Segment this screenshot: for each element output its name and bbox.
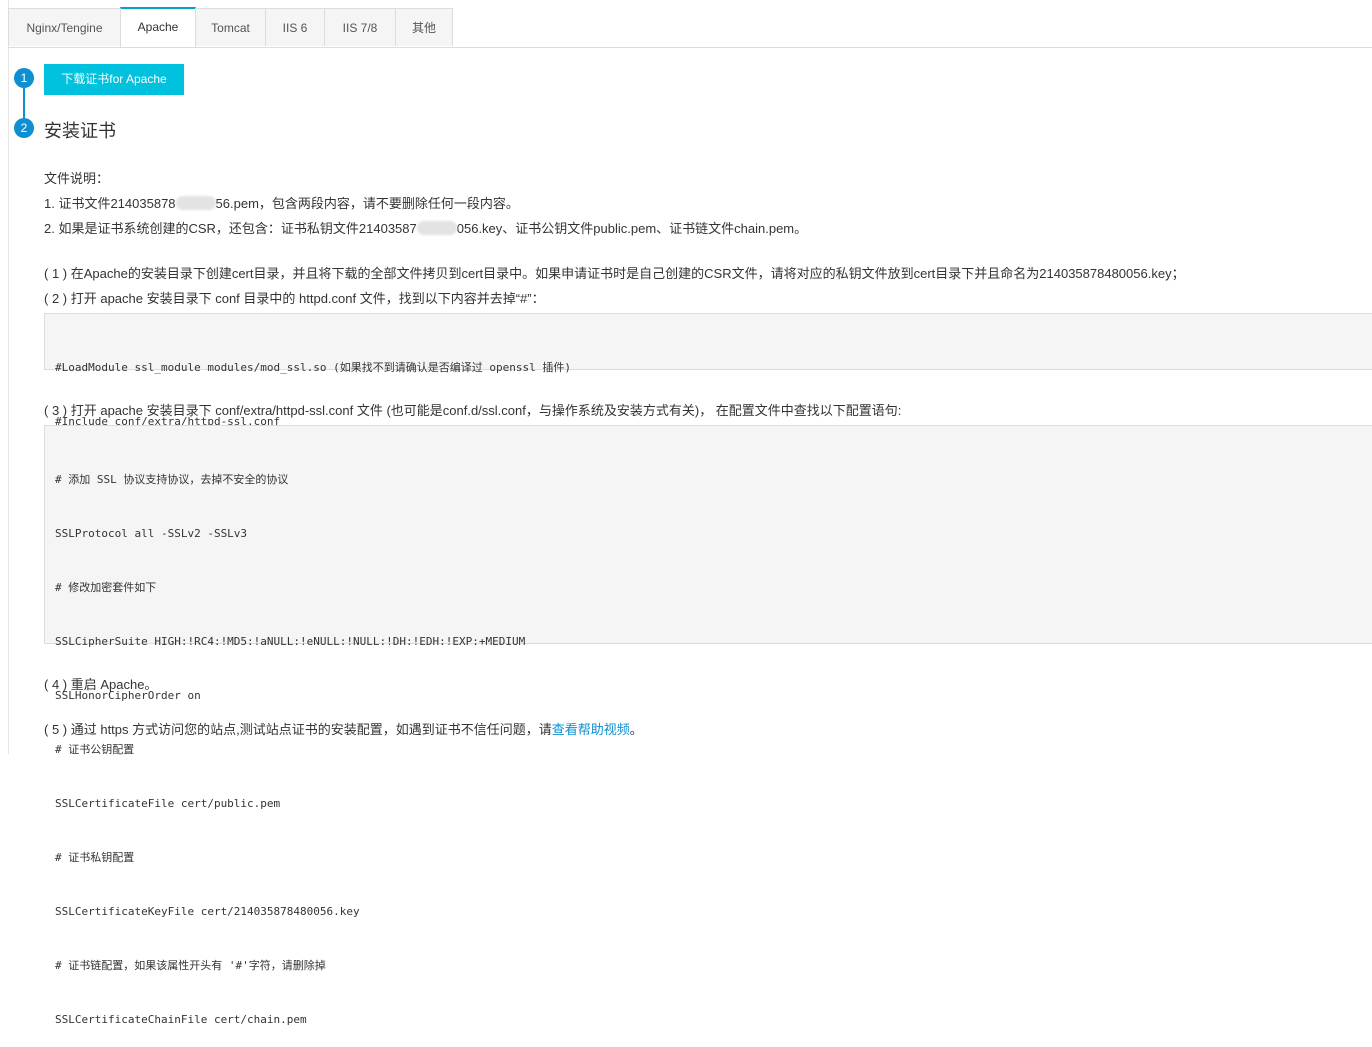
code-block-httpd-conf[interactable]: #LoadModule ssl_module modules/mod_ssl.s…: [44, 313, 1372, 428]
left-border: [8, 0, 9, 754]
tab-tomcat[interactable]: Tomcat: [195, 8, 266, 46]
code-line: # 证书公钥配置: [55, 743, 135, 756]
redacted-blur: [175, 196, 216, 210]
file-note-1-suffix: 56.pem，包含两段内容，请不要删除任何一段内容。: [215, 196, 519, 211]
instruction-3: ( 3 ) 打开 apache 安装目录下 conf/extra/httpd-s…: [44, 403, 902, 418]
code-block-ssl-conf[interactable]: # 添加 SSL 协议支持协议，去掉不安全的协议 SSLProtocol all…: [44, 425, 1372, 1026]
redacted-blur: [416, 221, 457, 235]
code-line: # 修改加密套件如下: [55, 581, 157, 594]
server-tabs: Nginx/Tengine Apache Tomcat IIS 6 IIS 7/…: [8, 7, 1372, 48]
code-line: SSLCertificateKeyFile cert/2140358784800…: [55, 905, 360, 918]
file-note-2-prefix: 2. 如果是证书系统创建的CSR，还包含：证书私钥文件21403587: [44, 221, 417, 236]
file-note-1: 1. 证书文件214035878 56.pem，包含两段内容，请不要删除任何一段内…: [44, 193, 519, 212]
step-2-title: 安装证书: [44, 121, 116, 141]
code-line: SSLCertificateChainFile cert/chain.pem: [55, 1013, 307, 1026]
instruction-1: ( 1 ) 在Apache的安装目录下创建cert目录，并且将下载的全部文件拷贝…: [44, 266, 1185, 281]
instruction-5: ( 5 ) 通过 https 方式访问您的站点,测试站点证书的安装配置，如遇到证…: [44, 719, 643, 738]
download-cert-button[interactable]: 下载证书for Apache: [44, 64, 184, 95]
instruction-2: ( 2 ) 打开 apache 安装目录下 conf 目录中的 httpd.co…: [44, 291, 545, 306]
code-line: SSLHonorCipherOrder on: [55, 689, 201, 702]
file-note-2-suffix: 056.key、证书公钥文件public.pem、证书链文件chain.pem。: [456, 221, 808, 236]
code-line: # 证书私钥配置: [55, 851, 135, 864]
tab-apache[interactable]: Apache: [120, 7, 196, 47]
step-1-marker: 1: [14, 68, 34, 88]
step-connector: [23, 88, 25, 118]
tab-nginx[interactable]: Nginx/Tengine: [8, 8, 121, 46]
code-line: # 添加 SSL 协议支持协议，去掉不安全的协议: [55, 473, 289, 486]
step-2-marker: 2: [14, 118, 34, 138]
code-line: SSLCipherSuite HIGH:!RC4:!MD5:!aNULL:!eN…: [55, 635, 526, 648]
code-line: #LoadModule ssl_module modules/mod_ssl.s…: [55, 361, 571, 374]
help-video-link[interactable]: 查看帮助视频: [552, 722, 630, 737]
tab-iis6[interactable]: IIS 6: [265, 8, 325, 46]
file-notes-heading: 文件说明：: [44, 171, 110, 186]
code-line: SSLProtocol all -SSLv2 -SSLv3: [55, 527, 248, 540]
code-line: SSLCertificateFile cert/public.pem: [55, 797, 281, 810]
instruction-5-suffix: 。: [629, 722, 643, 737]
file-note-2: 2. 如果是证书系统创建的CSR，还包含：证书私钥文件21403587 056.k…: [44, 218, 807, 237]
code-line: # 证书链配置，如果该属性开头有 '#'字符，请删除掉: [55, 959, 326, 972]
tab-iis78[interactable]: IIS 7/8: [324, 8, 396, 46]
file-note-1-prefix: 1. 证书文件214035878: [44, 196, 176, 211]
instruction-4: ( 4 ) 重启 Apache。: [44, 677, 158, 692]
instruction-5-text: ( 5 ) 通过 https 方式访问您的站点,测试站点证书的安装配置，如遇到证…: [44, 722, 552, 737]
tab-other[interactable]: 其他: [395, 8, 453, 46]
